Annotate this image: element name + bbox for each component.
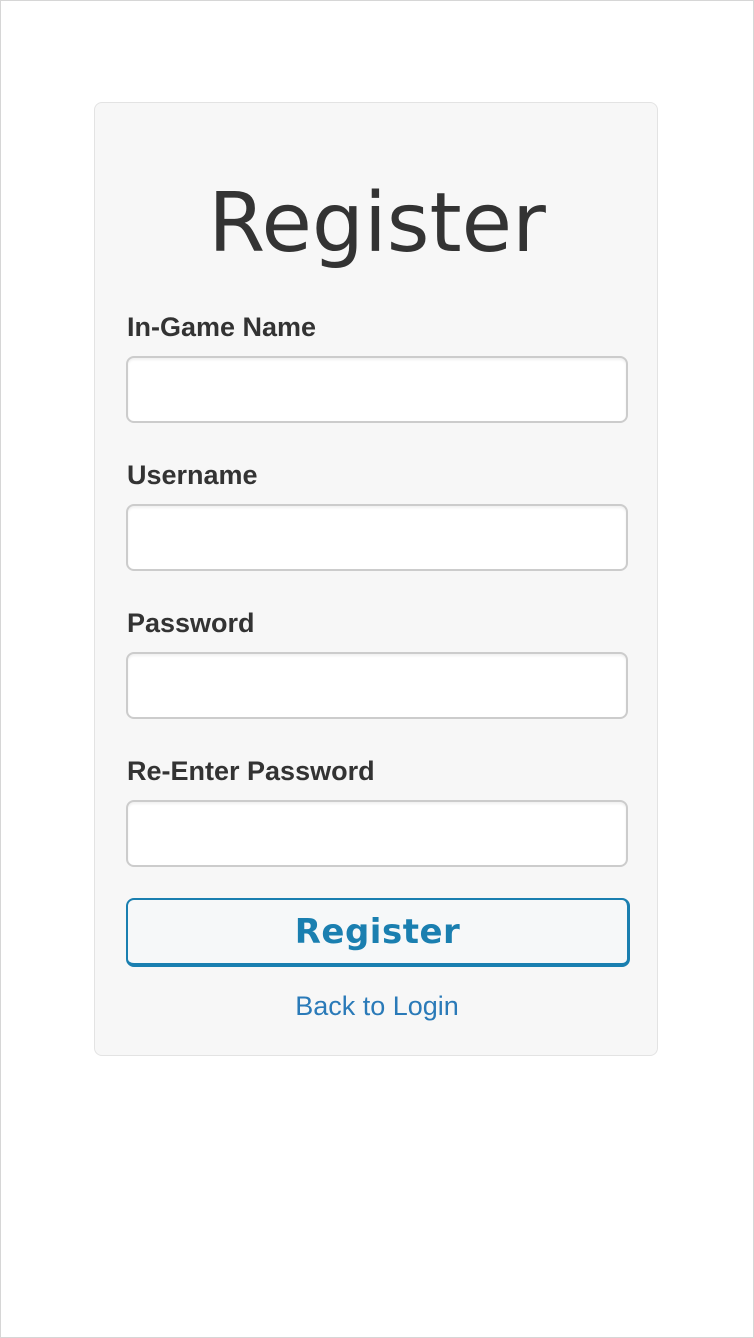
in-game-name-label: In-Game Name xyxy=(127,312,317,342)
username-input[interactable] xyxy=(126,504,628,571)
password-label: Password xyxy=(127,608,255,638)
in-game-name-input[interactable] xyxy=(126,356,628,423)
register-button[interactable]: Register xyxy=(126,898,630,967)
confirm-password-input[interactable] xyxy=(126,800,628,867)
back-to-login-link[interactable]: Back to Login xyxy=(0,988,754,1024)
username-label: Username xyxy=(127,460,258,490)
password-input[interactable] xyxy=(126,652,628,719)
confirm-password-label: Re-Enter Password xyxy=(127,756,375,786)
page-title: Register xyxy=(208,176,546,271)
